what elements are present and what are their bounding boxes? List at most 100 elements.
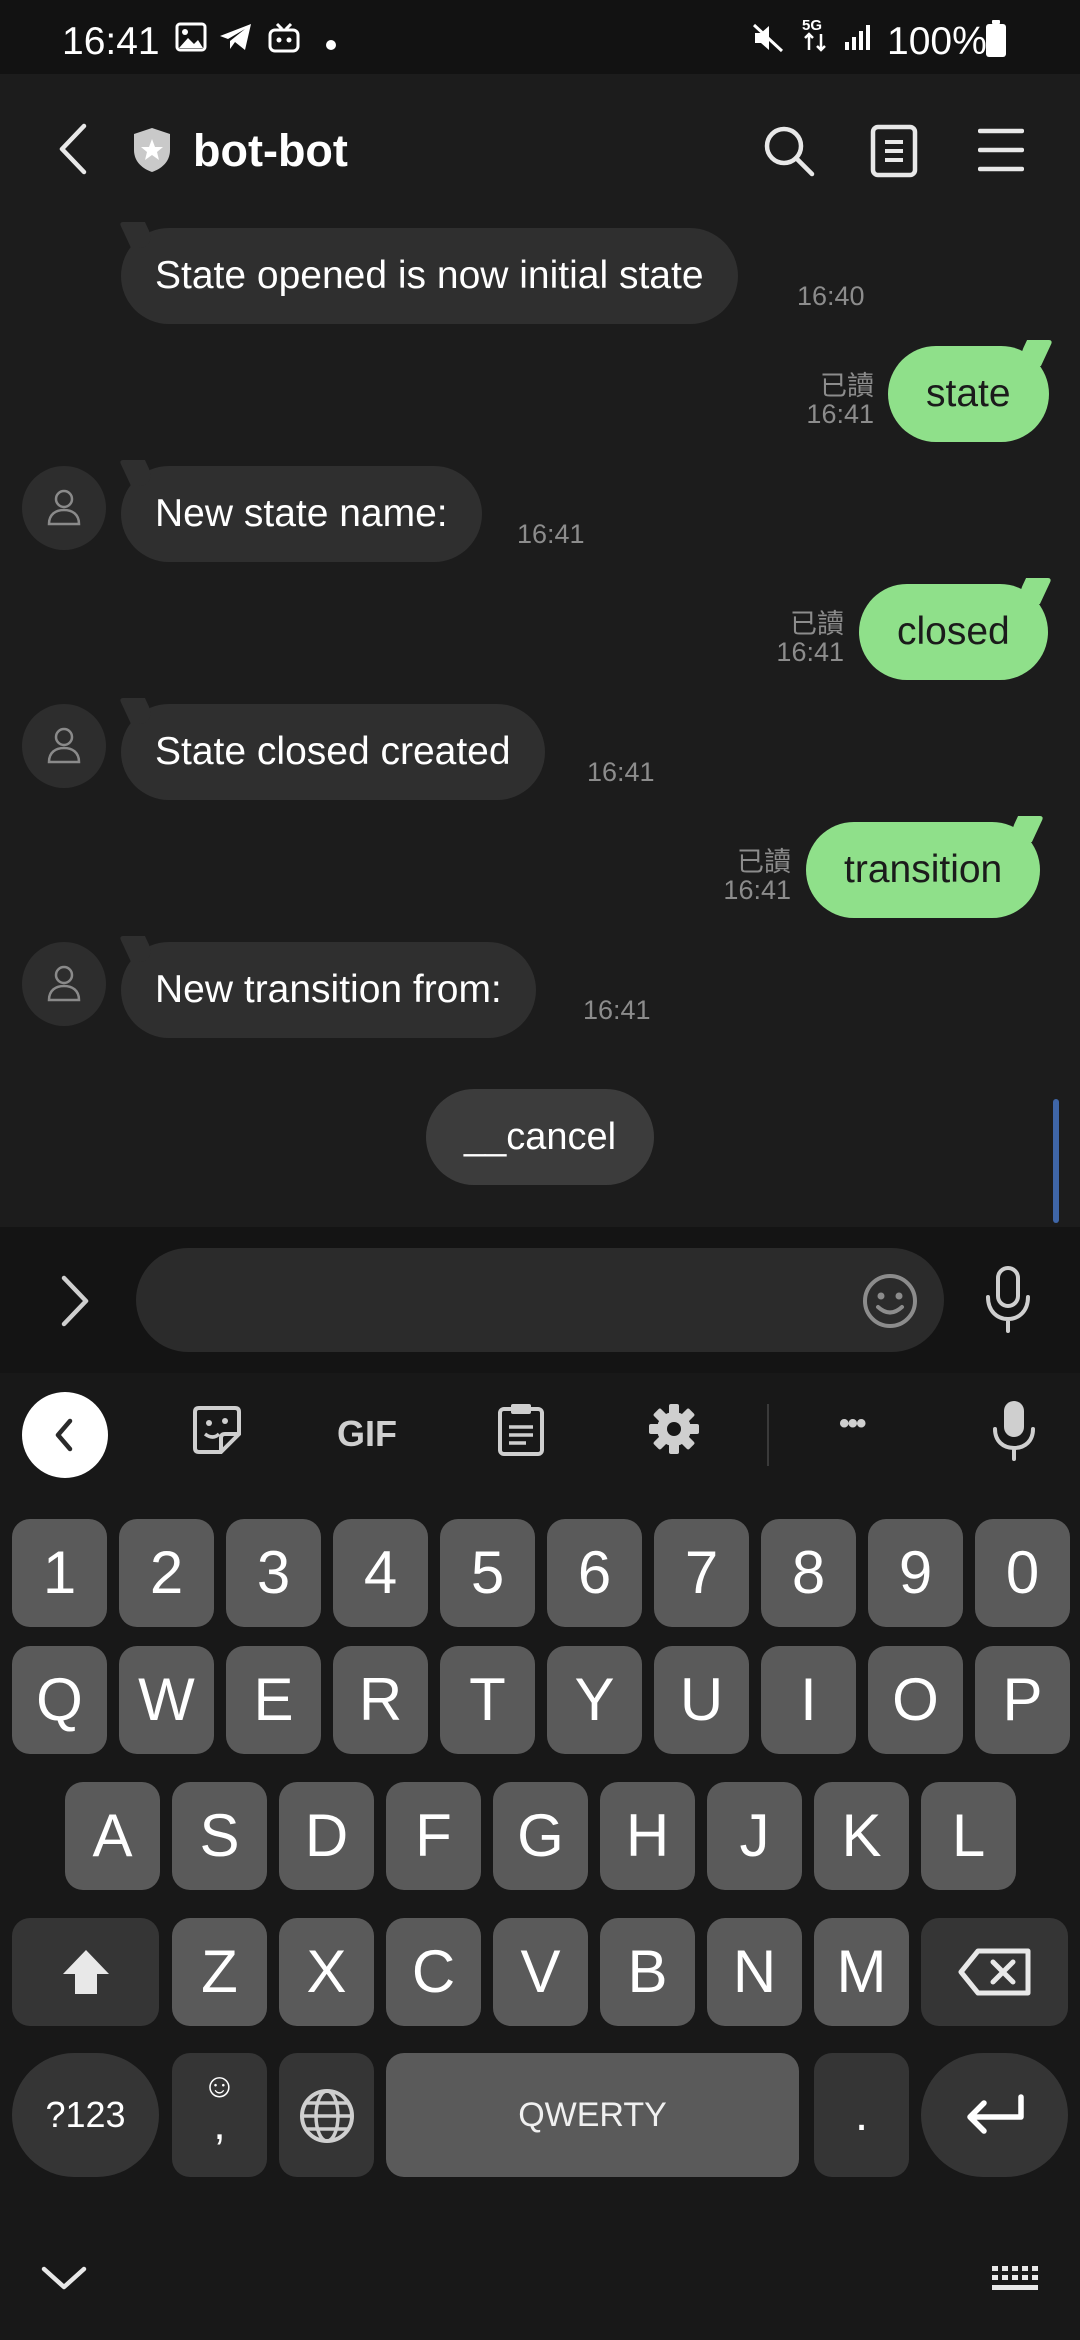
- key-s[interactable]: S: [172, 1782, 267, 1890]
- key-k[interactable]: K: [814, 1782, 909, 1890]
- clipboard-icon[interactable]: [496, 1401, 546, 1457]
- key-o[interactable]: O: [868, 1646, 963, 1754]
- key-9[interactable]: 9: [868, 1519, 963, 1627]
- key-e[interactable]: E: [226, 1646, 321, 1754]
- search-icon[interactable]: [762, 124, 816, 178]
- read-receipt: 已讀: [820, 371, 874, 401]
- outgoing-message[interactable]: state: [888, 346, 1049, 442]
- battery-icon: [985, 20, 1007, 58]
- key-h[interactable]: H: [600, 1782, 695, 1890]
- status-time: 16:41: [62, 20, 160, 63]
- 5g-data-icon: 5G: [800, 16, 832, 56]
- emoji-comma-key[interactable]: ☺ ,: [172, 2053, 267, 2177]
- period-key[interactable]: .: [814, 2053, 909, 2177]
- read-receipt: 已讀: [737, 847, 791, 877]
- microphone-icon[interactable]: [983, 1265, 1033, 1335]
- telegram-icon: [218, 22, 254, 52]
- emoji-icon[interactable]: [861, 1272, 919, 1330]
- shift-key[interactable]: [12, 1918, 159, 2026]
- bilibili-icon: [267, 22, 301, 54]
- key-r[interactable]: R: [333, 1646, 428, 1754]
- key-p[interactable]: P: [975, 1646, 1070, 1754]
- keyboard-switch-icon[interactable]: [990, 2264, 1042, 2294]
- mute-icon: [751, 22, 785, 54]
- space-key[interactable]: QWERTY: [386, 2053, 799, 2177]
- gif-button[interactable]: GIF: [337, 1413, 397, 1455]
- shield-star-icon: [131, 126, 173, 174]
- key-0[interactable]: 0: [975, 1519, 1070, 1627]
- chat-title: bot-bot: [193, 125, 348, 176]
- key-1[interactable]: 1: [12, 1519, 107, 1627]
- signal-icon: [843, 22, 875, 52]
- incoming-message[interactable]: State opened is now initial state: [121, 228, 738, 324]
- outgoing-message[interactable]: closed: [859, 584, 1048, 680]
- menu-icon[interactable]: [978, 127, 1024, 173]
- key-n[interactable]: N: [707, 1918, 802, 2026]
- symbols-key[interactable]: ?123: [12, 2053, 159, 2177]
- chat-header: bot-bot: [0, 74, 1080, 226]
- outgoing-message[interactable]: transition: [806, 822, 1041, 918]
- enter-key[interactable]: [921, 2053, 1068, 2177]
- voice-icon[interactable]: [991, 1399, 1037, 1461]
- key-6[interactable]: 6: [547, 1519, 642, 1627]
- incoming-message[interactable]: New transition from:: [121, 942, 536, 1038]
- more-icon[interactable]: •••: [839, 1407, 866, 1441]
- chat-area[interactable]: State opened is now initial state 16:40 …: [0, 226, 1080, 1227]
- key-v[interactable]: V: [493, 1918, 588, 2026]
- key-w[interactable]: W: [119, 1646, 214, 1754]
- comma-label: ,: [213, 2100, 226, 2149]
- key-g[interactable]: G: [493, 1782, 588, 1890]
- key-u[interactable]: U: [654, 1646, 749, 1754]
- shift-icon: [61, 1948, 111, 1996]
- expand-icon[interactable]: [58, 1274, 92, 1328]
- key-m[interactable]: M: [814, 1918, 909, 2026]
- avatar[interactable]: [22, 942, 106, 1026]
- key-d[interactable]: D: [279, 1782, 374, 1890]
- message-time: 16:41: [583, 995, 651, 1025]
- settings-icon[interactable]: [648, 1403, 700, 1455]
- message-time: 16:41: [776, 637, 844, 667]
- key-x[interactable]: X: [279, 1918, 374, 2026]
- key-y[interactable]: Y: [547, 1646, 642, 1754]
- incoming-message[interactable]: State closed created: [121, 704, 545, 800]
- incoming-message[interactable]: New state name:: [121, 466, 482, 562]
- key-q[interactable]: Q: [12, 1646, 107, 1754]
- sticker-icon[interactable]: [191, 1404, 243, 1456]
- key-z[interactable]: Z: [172, 1918, 267, 2026]
- avatar[interactable]: [22, 704, 106, 788]
- key-4[interactable]: 4: [333, 1519, 428, 1627]
- key-a[interactable]: A: [65, 1782, 160, 1890]
- backspace-icon: [958, 1948, 1032, 1996]
- message-time: 16:40: [797, 281, 865, 311]
- key-f[interactable]: F: [386, 1782, 481, 1890]
- notes-icon[interactable]: [870, 124, 918, 178]
- message-input[interactable]: [136, 1248, 944, 1352]
- toolbar-divider: [767, 1404, 769, 1466]
- backspace-key[interactable]: [921, 1918, 1068, 2026]
- scrollbar[interactable]: [1053, 1099, 1059, 1223]
- key-3[interactable]: 3: [226, 1519, 321, 1627]
- key-8[interactable]: 8: [761, 1519, 856, 1627]
- key-7[interactable]: 7: [654, 1519, 749, 1627]
- key-b[interactable]: B: [600, 1918, 695, 2026]
- key-j[interactable]: J: [707, 1782, 802, 1890]
- message-time: 16:41: [587, 757, 655, 787]
- key-5[interactable]: 5: [440, 1519, 535, 1627]
- avatar[interactable]: [22, 466, 106, 550]
- enter-icon: [964, 2093, 1026, 2137]
- keyboard-collapse-button[interactable]: [22, 1392, 108, 1478]
- key-t[interactable]: T: [440, 1646, 535, 1754]
- globe-icon: [298, 2087, 356, 2145]
- emoji-hint-icon: ☺: [202, 2067, 237, 2105]
- key-l[interactable]: L: [921, 1782, 1016, 1890]
- key-c[interactable]: C: [386, 1918, 481, 2026]
- language-key[interactable]: [279, 2053, 374, 2177]
- back-icon[interactable]: [56, 122, 90, 176]
- key-i[interactable]: I: [761, 1646, 856, 1754]
- status-bar: 16:41 5G 100%: [0, 0, 1080, 74]
- image-icon: [175, 22, 207, 52]
- hide-keyboard-icon[interactable]: [40, 2263, 88, 2293]
- dot-icon: [326, 40, 336, 50]
- quick-reply-cancel[interactable]: __cancel: [426, 1089, 654, 1185]
- key-2[interactable]: 2: [119, 1519, 214, 1627]
